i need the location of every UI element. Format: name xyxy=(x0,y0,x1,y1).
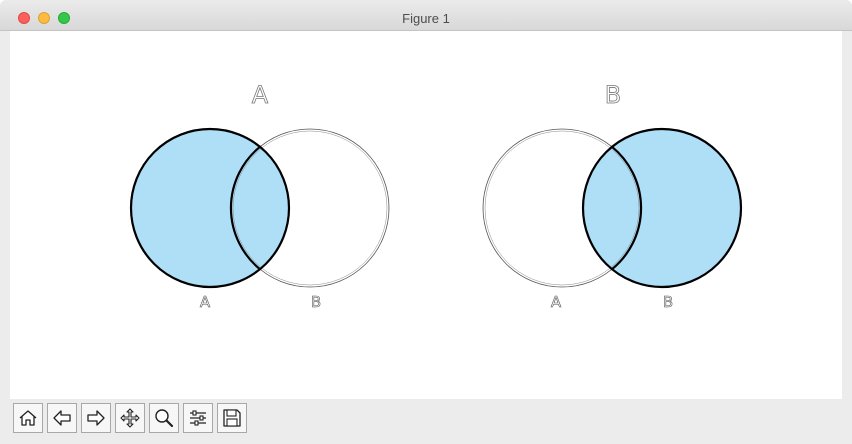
venn-panel-a: A A B xyxy=(129,81,390,311)
home-icon xyxy=(19,410,37,426)
venn-panel-b: B A B xyxy=(482,81,743,311)
set-b-label: B xyxy=(663,293,673,311)
panel-title: A xyxy=(252,81,269,109)
back-arrow-icon xyxy=(53,410,71,426)
sliders-icon xyxy=(190,410,206,426)
title-bar[interactable]: Figure 1 xyxy=(0,0,852,31)
set-a-label: A xyxy=(200,293,211,311)
forward-arrow-icon xyxy=(87,410,105,426)
zoom-button[interactable] xyxy=(149,403,179,433)
figure-canvas[interactable]: A A B B A B xyxy=(10,31,842,399)
save-button[interactable] xyxy=(217,403,247,433)
set-b-label: B xyxy=(311,293,321,311)
window-title: Figure 1 xyxy=(402,11,450,26)
floppy-disk-icon xyxy=(223,409,241,427)
pan-button[interactable] xyxy=(115,403,145,433)
set-a-label: A xyxy=(551,293,562,311)
home-button[interactable] xyxy=(13,403,43,433)
panel-title: B xyxy=(605,81,621,109)
forward-button[interactable] xyxy=(81,403,111,433)
configure-subplots-button[interactable] xyxy=(183,403,213,433)
navigation-toolbar xyxy=(10,400,842,440)
figure-window: Figure 1 A A B B A B xyxy=(0,0,852,444)
move-arrows-icon xyxy=(120,408,140,428)
magnifier-icon xyxy=(155,409,174,428)
back-button[interactable] xyxy=(47,403,77,433)
